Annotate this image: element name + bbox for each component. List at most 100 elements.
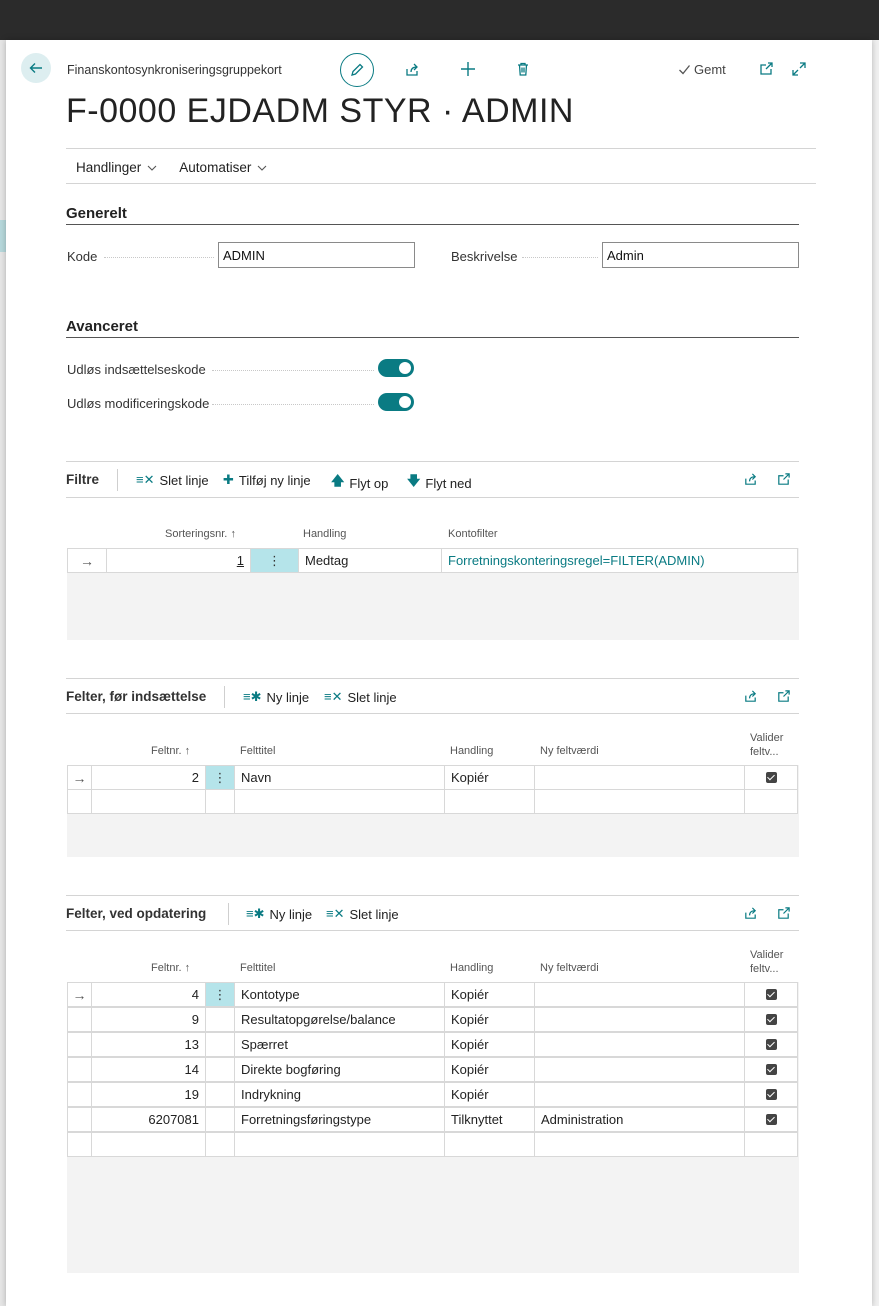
col-header-validate[interactable]: Valider feltv... bbox=[750, 731, 783, 759]
col-header-new-value[interactable]: Ny feltværdi bbox=[540, 962, 599, 974]
filters-part-title[interactable]: Filtre bbox=[66, 472, 99, 487]
validate-checkbox[interactable] bbox=[765, 1014, 777, 1025]
table-row-empty[interactable] bbox=[67, 1132, 799, 1157]
beskrivelse-field[interactable]: Admin bbox=[602, 242, 799, 268]
field-no-cell[interactable]: 14 bbox=[91, 1057, 206, 1082]
field-no-cell[interactable]: 6207081 bbox=[91, 1107, 206, 1132]
row-indicator[interactable]: → bbox=[67, 982, 92, 1007]
sort-cell[interactable]: 1 bbox=[106, 548, 251, 573]
row-menu-cell[interactable] bbox=[205, 1107, 235, 1132]
table-row[interactable]: 19 Indrykning Kopiér bbox=[67, 1082, 799, 1107]
new-value-cell[interactable] bbox=[534, 765, 745, 790]
field-no-cell[interactable] bbox=[91, 1132, 206, 1157]
before-insert-open-button[interactable] bbox=[773, 686, 793, 706]
row-menu-cell[interactable] bbox=[205, 1082, 235, 1107]
edit-button[interactable] bbox=[340, 53, 374, 87]
row-menu-cell[interactable] bbox=[205, 1057, 235, 1082]
on-update-delete-line-button[interactable]: ≡✕ Slet linje bbox=[326, 906, 399, 922]
table-row[interactable]: → 2 ⋮ Navn Kopiér bbox=[67, 765, 799, 790]
expand-button[interactable] bbox=[789, 59, 809, 79]
action-cell[interactable]: Tilknyttet bbox=[444, 1107, 535, 1132]
col-header-validate[interactable]: Valider feltv... bbox=[750, 948, 783, 976]
field-no-cell[interactable]: 19 bbox=[91, 1082, 206, 1107]
row-indicator[interactable]: → bbox=[67, 548, 107, 573]
validate-cell[interactable] bbox=[744, 982, 798, 1007]
row-menu-button[interactable]: ⋮ bbox=[250, 548, 299, 573]
action-cell[interactable] bbox=[444, 789, 535, 814]
row-menu-cell[interactable] bbox=[205, 789, 235, 814]
col-header-action[interactable]: Handling bbox=[450, 962, 493, 974]
validate-cell[interactable] bbox=[744, 1107, 798, 1132]
table-row[interactable]: → 1 ⋮ Medtag Forretningskonteringsregel=… bbox=[67, 548, 799, 573]
new-value-cell[interactable] bbox=[534, 1082, 745, 1107]
row-menu-cell[interactable] bbox=[205, 1132, 235, 1157]
validate-checkbox[interactable] bbox=[765, 989, 777, 1000]
action-cell[interactable]: Kopiér bbox=[444, 1082, 535, 1107]
field-title-cell[interactable] bbox=[234, 789, 445, 814]
col-header-sort[interactable]: Sorteringsnr. ↑ bbox=[165, 528, 236, 540]
action-cell[interactable]: Kopiér bbox=[444, 1057, 535, 1082]
modify-trigger-toggle[interactable] bbox=[378, 393, 414, 411]
validate-cell[interactable] bbox=[744, 1007, 798, 1032]
new-value-cell[interactable] bbox=[534, 982, 745, 1007]
col-header-field-no[interactable]: Feltnr. ↑ bbox=[151, 745, 190, 757]
col-header-filter[interactable]: Kontofilter bbox=[448, 528, 498, 540]
row-indicator[interactable] bbox=[67, 1057, 92, 1082]
new-value-cell[interactable] bbox=[534, 1007, 745, 1032]
action-cell[interactable]: Kopiér bbox=[444, 982, 535, 1007]
row-menu-cell[interactable] bbox=[205, 1007, 235, 1032]
new-value-cell[interactable] bbox=[534, 1057, 745, 1082]
field-title-cell[interactable]: Direkte bogføring bbox=[234, 1057, 445, 1082]
table-row[interactable]: 14 Direkte bogføring Kopiér bbox=[67, 1057, 799, 1082]
filter-cell[interactable]: Forretningskonteringsregel=FILTER(ADMIN) bbox=[441, 548, 798, 573]
automate-menu[interactable]: Automatiser bbox=[179, 160, 267, 175]
field-title-cell[interactable]: Kontotype bbox=[234, 982, 445, 1007]
filters-delete-line-button[interactable]: ≡✕ Slet linje bbox=[136, 472, 209, 488]
field-no-cell[interactable]: 2 bbox=[91, 765, 206, 790]
field-title-cell[interactable]: Navn bbox=[234, 765, 445, 790]
table-row[interactable]: → 4 ⋮ Kontotype Kopiér bbox=[67, 982, 799, 1007]
action-cell[interactable]: Kopiér bbox=[444, 1032, 535, 1057]
delete-button[interactable] bbox=[513, 59, 533, 79]
share-button[interactable] bbox=[402, 60, 422, 80]
validate-checkbox[interactable] bbox=[765, 772, 777, 783]
validate-checkbox[interactable] bbox=[765, 1039, 777, 1050]
back-button[interactable] bbox=[21, 53, 51, 83]
field-title-cell[interactable]: Indrykning bbox=[234, 1082, 445, 1107]
on-update-open-button[interactable] bbox=[773, 903, 793, 923]
col-header-new-value[interactable]: Ny feltværdi bbox=[540, 745, 599, 757]
row-menu-button[interactable]: ⋮ bbox=[205, 765, 235, 790]
field-title-cell[interactable]: Resultatopgørelse/balance bbox=[234, 1007, 445, 1032]
new-value-cell[interactable] bbox=[534, 1132, 745, 1157]
validate-cell[interactable] bbox=[744, 1032, 798, 1057]
field-title-cell[interactable] bbox=[234, 1132, 445, 1157]
actions-menu[interactable]: Handlinger bbox=[76, 160, 157, 175]
action-cell[interactable]: Medtag bbox=[298, 548, 442, 573]
validate-cell[interactable] bbox=[744, 789, 798, 814]
validate-checkbox[interactable] bbox=[765, 1064, 777, 1075]
col-header-field-title[interactable]: Felttitel bbox=[240, 745, 275, 757]
before-insert-share-button[interactable] bbox=[740, 686, 760, 706]
validate-cell[interactable] bbox=[744, 1057, 798, 1082]
row-indicator[interactable] bbox=[67, 1107, 92, 1132]
open-new-window-button[interactable] bbox=[756, 59, 776, 79]
validate-cell[interactable] bbox=[744, 1132, 798, 1157]
col-header-action[interactable]: Handling bbox=[303, 528, 346, 540]
section-general-title[interactable]: Generelt bbox=[66, 205, 127, 222]
new-value-cell[interactable] bbox=[534, 1032, 745, 1057]
field-no-cell[interactable]: 13 bbox=[91, 1032, 206, 1057]
action-cell[interactable]: Kopiér bbox=[444, 1007, 535, 1032]
before-insert-delete-line-button[interactable]: ≡✕ Slet linje bbox=[324, 689, 397, 705]
field-no-cell[interactable]: 9 bbox=[91, 1007, 206, 1032]
row-menu-button[interactable]: ⋮ bbox=[205, 982, 235, 1007]
before-insert-new-line-button[interactable]: ≡✱ Ny linje bbox=[243, 689, 309, 705]
validate-checkbox[interactable] bbox=[765, 1114, 777, 1125]
row-indicator[interactable]: → bbox=[67, 765, 92, 790]
field-no-cell[interactable]: 4 bbox=[91, 982, 206, 1007]
col-header-field-title[interactable]: Felttitel bbox=[240, 962, 275, 974]
new-value-cell[interactable] bbox=[534, 789, 745, 814]
filters-share-button[interactable] bbox=[740, 469, 760, 489]
field-no-cell[interactable] bbox=[91, 789, 206, 814]
filters-open-button[interactable] bbox=[773, 469, 793, 489]
row-indicator[interactable] bbox=[67, 1032, 92, 1057]
